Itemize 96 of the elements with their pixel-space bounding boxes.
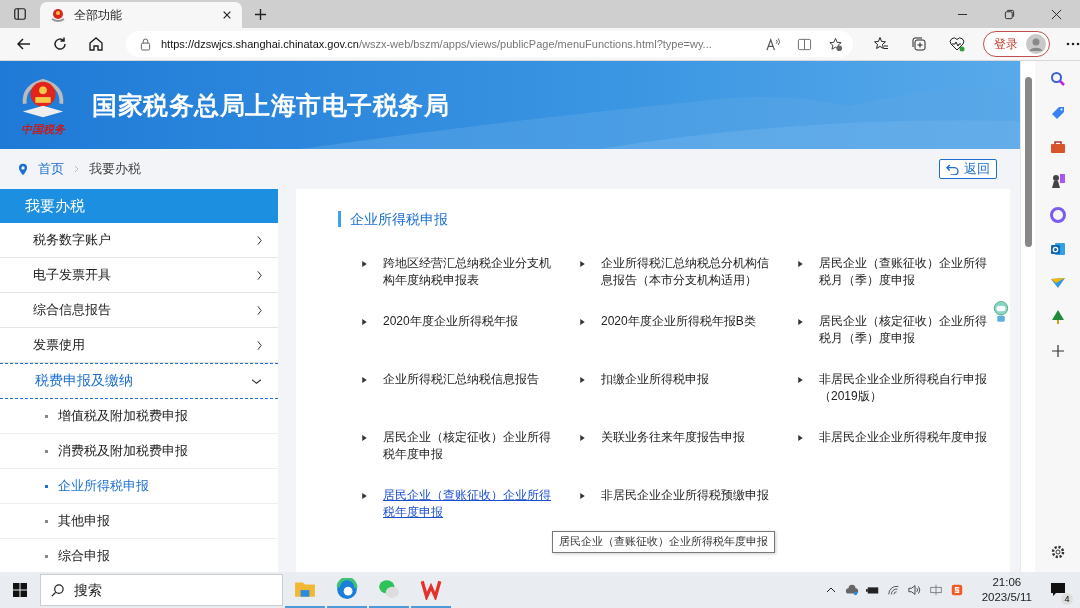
section-title: 企业所得税申报 bbox=[338, 211, 1010, 227]
restore-icon[interactable] bbox=[1004, 9, 1015, 20]
tooltip: 居民企业（查账征收）企业所得税年度申报 bbox=[552, 531, 775, 553]
triangle-bullet-icon bbox=[362, 319, 367, 325]
sidebar-item[interactable]: 综合信息报告 bbox=[0, 293, 278, 328]
toolbox-icon[interactable] bbox=[1049, 139, 1066, 155]
sidebar-item[interactable]: 发票使用 bbox=[0, 328, 278, 363]
return-arrow-icon bbox=[946, 163, 959, 175]
url-text: https://dzswjcs.shanghai.chinatax.gov.cn/wszx-web/bszm/apps/views/publicPage/menuFunctions.html?type=wy... bbox=[161, 38, 713, 50]
tab-actions-icon[interactable] bbox=[13, 7, 27, 21]
add-icon[interactable] bbox=[1049, 343, 1066, 359]
triangle-bullet-icon bbox=[580, 261, 585, 267]
chevron-down-icon bbox=[251, 377, 262, 385]
new-tab-icon[interactable] bbox=[254, 8, 267, 21]
triangle-bullet-icon bbox=[580, 435, 585, 441]
notification-badge: 4 bbox=[1061, 593, 1073, 605]
triangle-bullet-icon bbox=[362, 493, 367, 499]
function-link[interactable]: 扣缴企业所得税申报 bbox=[601, 371, 771, 388]
chat-bubbles-icon bbox=[378, 578, 400, 600]
sidebar-title: 我要办税 bbox=[0, 189, 278, 223]
function-link[interactable]: 关联业务往来年度报告申报 bbox=[601, 429, 771, 446]
chevron-right-icon bbox=[257, 269, 262, 281]
wifi-icon[interactable] bbox=[886, 584, 901, 596]
search-icon[interactable] bbox=[1049, 71, 1066, 87]
location-pin-icon bbox=[18, 162, 28, 176]
function-link[interactable]: 居民企业（查账征收）企业所得税月（季）度申报 bbox=[819, 255, 989, 289]
lock-icon bbox=[140, 37, 151, 51]
function-link[interactable]: 跨地区经营汇总纳税企业分支机构年度纳税申报表 bbox=[383, 255, 553, 289]
function-link[interactable]: 2020年度企业所得税年报 bbox=[383, 313, 553, 330]
windows-start-icon[interactable] bbox=[12, 582, 28, 598]
triangle-bullet-icon bbox=[580, 493, 585, 499]
notification-icon[interactable] bbox=[1050, 582, 1066, 598]
avatar-icon bbox=[1026, 34, 1046, 54]
login-button[interactable]: 登录 bbox=[983, 31, 1050, 57]
close-window-icon[interactable] bbox=[1051, 9, 1062, 20]
browser-tab[interactable]: 全部功能 bbox=[40, 2, 242, 28]
search-field[interactable]: 搜索 bbox=[40, 574, 283, 606]
sidebar-item[interactable]: 税费申报及缴纳 bbox=[0, 363, 278, 399]
chevron-right-icon bbox=[257, 339, 262, 351]
submenu-item[interactable]: 企业所得税申报 bbox=[0, 469, 278, 504]
emblem-icon bbox=[50, 7, 66, 23]
function-link[interactable]: 2020年度企业所得税年报B类 bbox=[601, 313, 771, 330]
function-link[interactable]: 企业所得税汇总纳税信息报告 bbox=[383, 371, 553, 388]
chevron-right-icon bbox=[257, 234, 262, 246]
triangle-bullet-icon bbox=[798, 261, 803, 267]
more-icon[interactable] bbox=[1066, 42, 1080, 46]
triangle-bullet-icon bbox=[798, 377, 803, 383]
function-link[interactable]: 居民企业（核定征收）企业所得税月（季）度申报 bbox=[819, 313, 989, 347]
scrollbar[interactable] bbox=[1020, 61, 1035, 572]
browser-swirl-icon bbox=[336, 578, 358, 600]
heart-pulse-icon[interactable] bbox=[949, 36, 965, 52]
settings-icon[interactable] bbox=[1049, 544, 1066, 560]
cloud-icon[interactable] bbox=[844, 584, 859, 596]
logo-caption: 中国税务 bbox=[21, 123, 65, 135]
triangle-bullet-icon bbox=[580, 377, 585, 383]
chess-pieces-icon[interactable] bbox=[1049, 173, 1066, 189]
submenu-item[interactable]: 消费税及附加税费申报 bbox=[0, 434, 278, 469]
breadcrumb-item: 我要办税 bbox=[89, 160, 141, 178]
speaker-icon[interactable] bbox=[907, 584, 922, 596]
function-link[interactable]: 非居民企业企业所得税自行申报（2019版） bbox=[819, 371, 989, 405]
function-link[interactable]: 居民企业（核定征收）企业所得税年度申报 bbox=[383, 429, 553, 463]
refresh-icon[interactable] bbox=[52, 36, 68, 52]
input-method-icon[interactable] bbox=[928, 584, 943, 596]
close-icon[interactable] bbox=[222, 10, 232, 20]
triangle-bullet-icon bbox=[798, 435, 803, 441]
back-button[interactable]: 返回 bbox=[939, 159, 997, 179]
triangle-bullet-icon bbox=[362, 435, 367, 441]
favorites-icon[interactable] bbox=[873, 36, 889, 52]
home-icon[interactable] bbox=[88, 36, 104, 52]
read-aloud-icon[interactable] bbox=[766, 36, 781, 52]
site-title: 国家税务总局上海市电子税务局 bbox=[92, 89, 449, 121]
triangle-bullet-icon bbox=[362, 261, 367, 267]
search-icon bbox=[50, 583, 65, 598]
clock-time: 21:06 bbox=[992, 575, 1022, 590]
address-bar[interactable]: https://dzswjcs.shanghai.chinatax.gov.cn/wszx-web/bszm/apps/views/publicPage/menuFunctions.html?type=wy... bbox=[126, 31, 853, 57]
submenu-item[interactable]: 其他申报 bbox=[0, 504, 278, 539]
back-arrow-icon[interactable] bbox=[16, 36, 32, 52]
clock-date: 2023/5/11 bbox=[981, 590, 1032, 605]
sidebar-item[interactable]: 电子发票开具 bbox=[0, 258, 278, 293]
function-link[interactable]: 非居民企业企业所得税年度申报 bbox=[819, 429, 989, 446]
breadcrumb-item[interactable]: 首页 bbox=[38, 160, 64, 178]
triangle-bullet-icon bbox=[580, 319, 585, 325]
function-link[interactable]: 非居民企业企业所得税预缴申报 bbox=[601, 487, 771, 504]
collections-icon[interactable] bbox=[911, 36, 927, 52]
chevron-right-icon bbox=[257, 304, 262, 316]
star-add-icon[interactable] bbox=[828, 36, 843, 52]
battery-icon[interactable] bbox=[865, 584, 880, 596]
triangle-bullet-icon bbox=[798, 319, 803, 325]
tree-icon[interactable] bbox=[1049, 309, 1066, 325]
function-link[interactable]: 企业所得税汇总纳税总分机构信息报告（本市分支机构适用） bbox=[601, 255, 771, 289]
function-link[interactable]: 居民企业（查账征收）企业所得税年度申报 bbox=[383, 487, 553, 521]
chevron-right-icon bbox=[74, 165, 79, 173]
tab-title: 全部功能 bbox=[74, 6, 123, 24]
submenu-item[interactable]: 增值税及附加税费申报 bbox=[0, 399, 278, 434]
triangle-bullet-icon bbox=[362, 377, 367, 383]
sidebar-item[interactable]: 税务数字账户 bbox=[0, 223, 278, 258]
